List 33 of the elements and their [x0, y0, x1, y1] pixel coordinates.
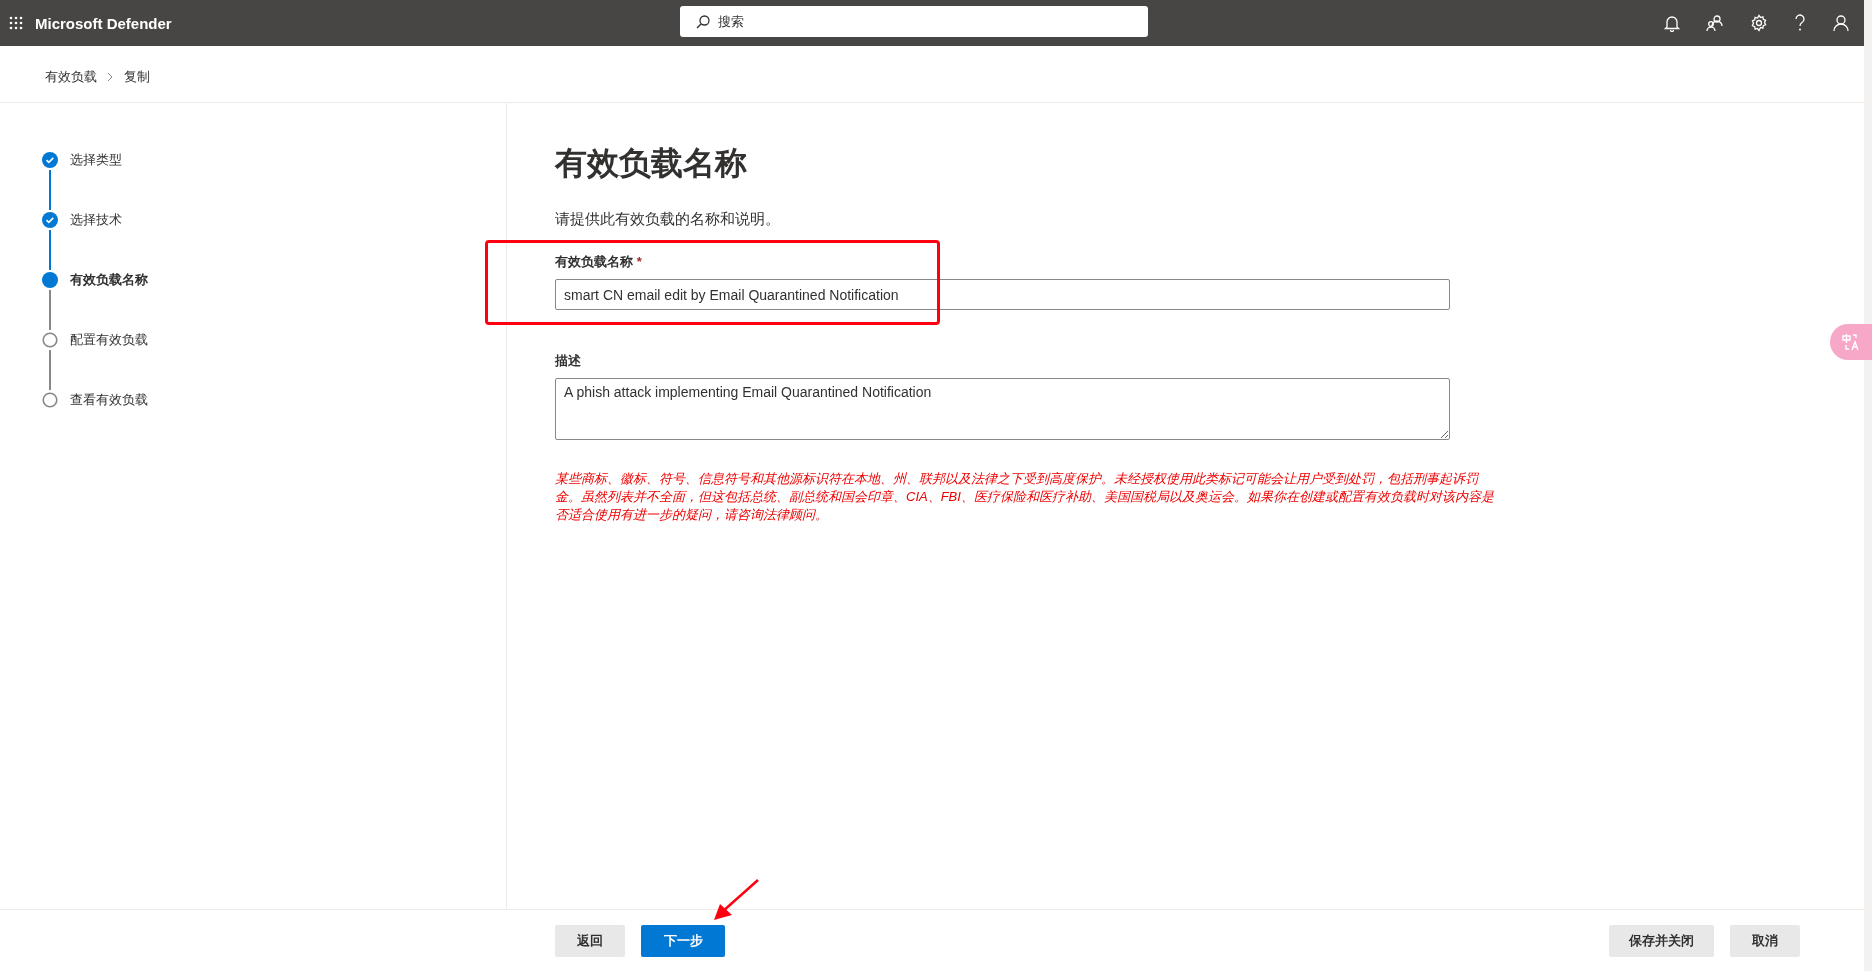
page-heading: 有效负载名称 [555, 144, 748, 183]
annotation-arrow [712, 878, 760, 922]
breadcrumb-link[interactable]: 有效负载 [45, 68, 97, 86]
field-label: 描述 [555, 353, 581, 368]
help-icon[interactable] [1794, 14, 1806, 32]
search-field[interactable]: 搜索 [680, 6, 1148, 37]
bell-icon[interactable] [1664, 14, 1680, 32]
step-label: 选择类型 [70, 151, 122, 169]
waffle-icon [9, 16, 23, 30]
people-icon[interactable] [1706, 14, 1724, 32]
action-button[interactable]: 保存并关闭 [1609, 924, 1714, 957]
name-input[interactable]: smart CN email edit by Email Quarantined Notification [555, 279, 1450, 310]
chevron-right-icon [107, 72, 114, 82]
intro-text: 请提供此有效负载的名称和说明。 [555, 210, 781, 229]
app-launcher-button[interactable] [9, 16, 23, 30]
translate-icon [1842, 333, 1860, 351]
step-label: 有效负载名称 [70, 271, 148, 289]
field-label: 有效负载名称 [555, 254, 633, 269]
required-asterisk: * [636, 254, 642, 269]
search-placeholder: 搜索 [718, 12, 744, 31]
step-label: 配置有效负载 [70, 331, 148, 349]
search-icon [696, 14, 710, 29]
action-button[interactable]: 取消 [1730, 924, 1800, 957]
breadcrumb-current: 复制 [124, 68, 150, 86]
action-button[interactable]: 返回 [555, 924, 625, 957]
person-icon[interactable] [1832, 14, 1850, 32]
step-label: 选择技术 [70, 211, 122, 229]
warning-text: 某些商标、徽标、符号、信息符号和其他源标识符在本地、州、联邦以及法律之下受到高度保护。未经授权使用此类标记可能会让用户受到处罚，包括刑事起诉罚金。虽然列表并不全面，但这包括总统、副总统和国会印章、CIA、FBI、医疗保险和医疗补助、美国国税局以及奥运会。如果你在创建或配置有效负载时对该内容是否适合使用有进一步的疑问，请咨询法律顾问。 [555, 470, 1495, 524]
step-label: 查看有效负载 [70, 391, 148, 409]
description-textarea[interactable]: A phish attack implementing Email Quarantined Notification [555, 378, 1450, 440]
app-title: Microsoft Defender [35, 14, 172, 32]
settings-icon[interactable] [1750, 14, 1768, 32]
next-button[interactable]: 下一步 [641, 924, 725, 957]
